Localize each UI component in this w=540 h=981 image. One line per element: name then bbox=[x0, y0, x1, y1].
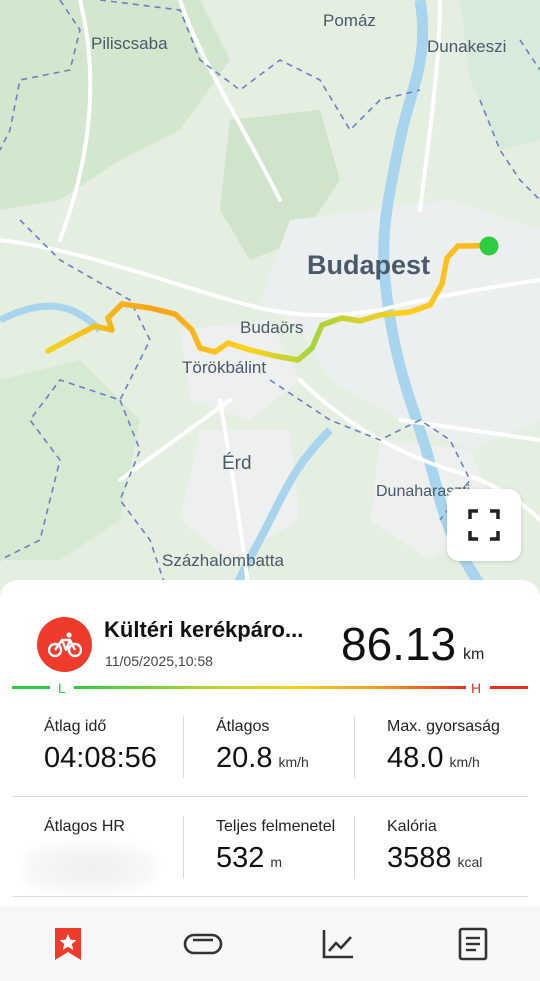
stat-max-speed: Max. gyorsaság 48.0 km/h bbox=[387, 718, 500, 775]
stat-max-speed-value: 48.0 bbox=[387, 742, 444, 774]
map-label-szazhalombatta: Százhalombatta bbox=[162, 551, 284, 570]
map-label-erd: Érd bbox=[222, 453, 252, 474]
stat-avg-speed-label: Átlagos bbox=[216, 718, 270, 735]
stat-calories: Kalória 3588 kcal bbox=[387, 818, 482, 875]
stat-total-ascent-unit: m bbox=[270, 854, 283, 870]
total-distance-unit: km bbox=[463, 646, 485, 663]
nav-bookmark[interactable] bbox=[0, 906, 135, 981]
stat-avg-speed: Átlagos 20.8 km/h bbox=[216, 718, 309, 775]
bookmark-star-icon bbox=[54, 927, 81, 960]
bottom-navigation bbox=[0, 906, 540, 981]
nav-chart[interactable] bbox=[270, 906, 405, 981]
divider bbox=[354, 716, 355, 778]
map-label-dunakeszi: Dunakeszi bbox=[427, 37, 506, 56]
pace-color-scale: L H bbox=[12, 680, 528, 696]
map-label-budaors: Budaörs bbox=[240, 318, 303, 337]
row-divider bbox=[12, 896, 528, 897]
cycling-icon bbox=[47, 631, 82, 657]
activity-title: Kültéri kerékpáro... bbox=[104, 617, 304, 642]
stat-avg-speed-value: 20.8 bbox=[216, 742, 273, 774]
stat-avg-speed-unit: km/h bbox=[278, 754, 309, 770]
stat-avg-hr: Átlagos HR bbox=[44, 818, 125, 836]
band-icon bbox=[183, 933, 222, 954]
row-divider bbox=[12, 796, 528, 797]
scale-high-label: H bbox=[471, 680, 481, 696]
map-label-budapest: Budapest bbox=[307, 250, 430, 280]
stat-avg-hr-label: Átlagos HR bbox=[44, 818, 125, 835]
map-label-pomaz: Pomáz bbox=[323, 11, 376, 30]
stat-total-ascent: Teljes felmenetel 532 m bbox=[216, 818, 335, 875]
fullscreen-button[interactable] bbox=[447, 489, 521, 561]
stat-avg-hr-value-redacted bbox=[22, 842, 157, 894]
scale-low-label: L bbox=[58, 680, 66, 696]
divider bbox=[183, 716, 184, 778]
nav-band[interactable] bbox=[135, 906, 270, 981]
document-icon bbox=[458, 927, 487, 960]
stat-avg-time-label: Átlag idő bbox=[44, 718, 107, 735]
map-label-piliscsaba: Piliscsaba bbox=[91, 34, 168, 53]
stat-avg-time: Átlag idő 04:08:56 bbox=[44, 718, 157, 775]
route-start-marker bbox=[479, 236, 499, 256]
stat-total-ascent-value: 532 bbox=[216, 842, 265, 874]
line-chart-icon bbox=[322, 929, 353, 958]
divider bbox=[354, 816, 355, 878]
divider bbox=[183, 816, 184, 878]
stat-calories-label: Kalória bbox=[387, 818, 437, 835]
stat-max-speed-unit: km/h bbox=[449, 754, 480, 770]
nav-details[interactable] bbox=[405, 906, 540, 981]
total-distance-value: 86.13 bbox=[341, 618, 457, 670]
stat-max-speed-label: Max. gyorsaság bbox=[387, 718, 500, 735]
stat-avg-time-value: 04:08:56 bbox=[44, 742, 157, 774]
stat-total-ascent-label: Teljes felmenetel bbox=[216, 818, 336, 835]
stat-calories-value: 3588 bbox=[387, 842, 452, 874]
activity-type-badge bbox=[37, 617, 92, 672]
route-map[interactable]: Pomáz Piliscsaba Dunakeszi Budapest Buda… bbox=[0, 0, 540, 600]
activity-datetime: 11/05/2025,10:58 bbox=[105, 653, 213, 669]
stat-calories-unit: kcal bbox=[457, 854, 483, 870]
map-label-torokbalint: Törökbálint bbox=[182, 358, 266, 377]
expand-icon bbox=[468, 509, 500, 541]
